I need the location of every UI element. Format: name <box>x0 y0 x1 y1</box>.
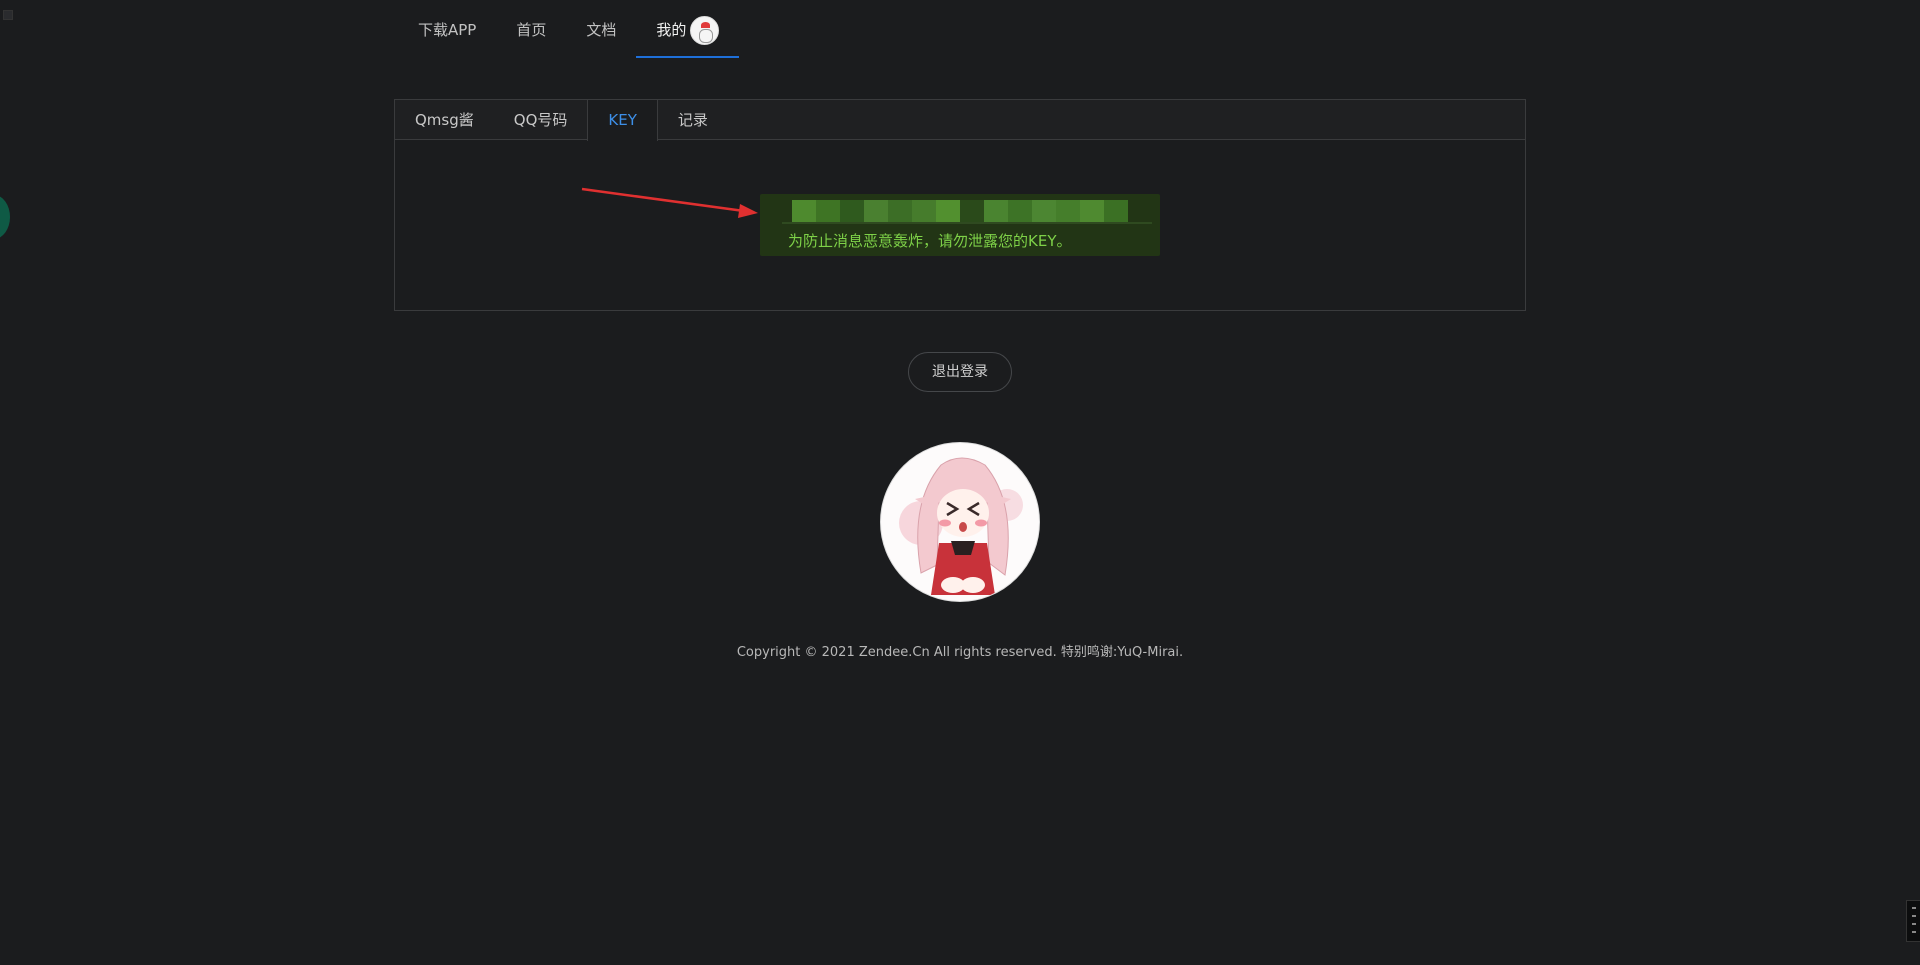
page: 下载APP 首页 文档 我的 Qmsg酱 QQ号码 KEY 记录 为防止消息恶意… <box>0 0 1920 965</box>
tab-records[interactable]: 记录 <box>658 100 728 140</box>
nav-item-label: 我的 <box>656 21 687 39</box>
logout-button[interactable]: 退出登录 <box>908 352 1012 392</box>
user-avatar-icon <box>690 15 720 45</box>
side-float-button[interactable] <box>0 195 10 239</box>
nav-item-mine[interactable]: 我的 <box>636 0 740 60</box>
nav-item-download-app[interactable]: 下载APP <box>398 0 496 60</box>
tab-content: 为防止消息恶意轰炸，请勿泄露您的KEY。 <box>395 140 1525 310</box>
key-warning-text: 为防止消息恶意轰炸，请勿泄露您的KEY。 <box>788 232 1072 250</box>
key-divider <box>782 222 1152 224</box>
key-display: 为防止消息恶意轰炸，请勿泄露您的KEY。 <box>760 194 1160 256</box>
top-nav: 下载APP 首页 文档 我的 <box>398 0 740 60</box>
tab-qq-number[interactable]: QQ号码 <box>494 100 588 140</box>
tab-panel: Qmsg酱 QQ号码 KEY 记录 为防止消息恶意轰炸，请勿泄露您的KEY。 <box>394 99 1526 311</box>
nav-item-docs[interactable]: 文档 <box>566 0 636 60</box>
masked-key-value[interactable] <box>792 200 1128 222</box>
footer-copyright: Copyright © 2021 Zendee.Cn All rights re… <box>736 645 1184 660</box>
corner-square-icon <box>3 10 13 20</box>
tab-key[interactable]: KEY <box>587 100 658 141</box>
tab-qmsg[interactable]: Qmsg酱 <box>395 100 494 140</box>
nav-item-label: 下载APP <box>418 21 477 39</box>
nav-item-label: 首页 <box>516 21 547 39</box>
scroll-widget[interactable] <box>1906 900 1920 942</box>
nav-item-home[interactable]: 首页 <box>496 0 566 60</box>
nav-item-label: 文档 <box>586 21 617 39</box>
tab-bar: Qmsg酱 QQ号码 KEY 记录 <box>395 100 1525 141</box>
mascot-avatar <box>880 442 1040 602</box>
